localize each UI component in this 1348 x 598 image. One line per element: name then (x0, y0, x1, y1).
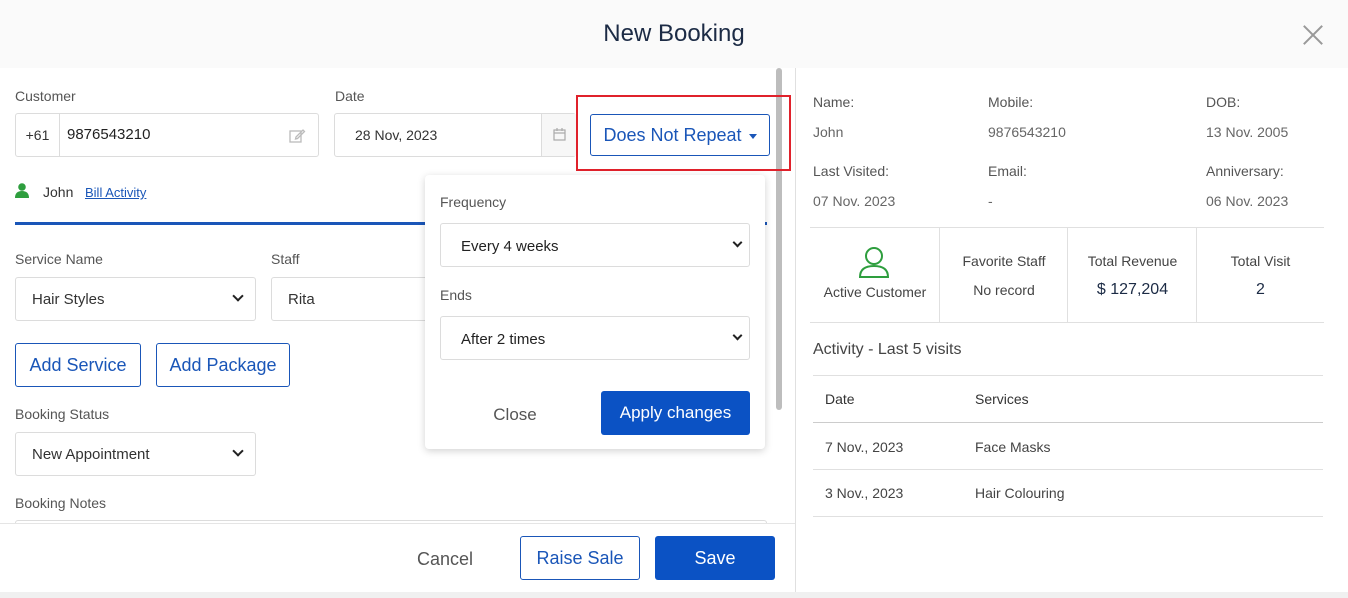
name-value: John (813, 124, 844, 140)
row-divider (813, 469, 1323, 470)
apply-changes-button[interactable]: Apply changes (601, 391, 750, 435)
activity-title: Activity - Last 5 visits (813, 341, 962, 358)
stats-bottom-divider (810, 322, 1324, 323)
favorite-staff-value: No record (973, 282, 1035, 298)
row-date: 7 Nov., 2023 (825, 439, 904, 455)
bill-activity-link[interactable]: Bill Activity (85, 185, 146, 200)
favorite-staff-cell: Favorite Staff No record (940, 228, 1068, 322)
user-icon (15, 183, 29, 198)
chevron-down-icon (732, 330, 743, 341)
booking-status-label: Booking Status (15, 406, 110, 422)
modal-title: New Booking (603, 20, 745, 47)
add-service-button[interactable]: Add Service (15, 343, 141, 387)
phone-input[interactable]: 9876543210 (67, 126, 150, 143)
mobile-value: 9876543210 (988, 124, 1066, 140)
cancel-button[interactable]: Cancel (395, 549, 495, 570)
booking-status-select[interactable]: New Appointment (15, 432, 256, 476)
raise-sale-button[interactable]: Raise Sale (520, 536, 640, 580)
user-outline-icon (858, 247, 890, 278)
frequency-select[interactable]: Every 4 weeks (440, 223, 750, 267)
dob-label: DOB: (1206, 94, 1241, 110)
date-label: Date (335, 88, 365, 104)
repeat-popup: Frequency Every 4 weeks Ends After 2 tim… (425, 175, 765, 449)
total-visit-cell: Total Visit 2 (1197, 228, 1324, 322)
calendar-button[interactable] (541, 114, 576, 156)
last-visited-label: Last Visited: (813, 163, 890, 179)
ends-select[interactable]: After 2 times (440, 316, 750, 360)
close-icon[interactable] (1300, 22, 1326, 48)
add-package-button[interactable]: Add Package (156, 343, 290, 387)
service-name-label: Service Name (15, 251, 103, 267)
staff-value: Rita (288, 291, 315, 308)
chevron-down-icon (732, 237, 743, 248)
email-label: Email: (988, 163, 1027, 179)
save-button[interactable]: Save (655, 536, 775, 580)
modal-header: New Booking (0, 0, 1348, 68)
ends-label: Ends (440, 287, 472, 303)
total-visit-label: Total Visit (1230, 253, 1291, 269)
row-service: Hair Colouring (975, 485, 1065, 501)
row-date: 3 Nov., 2023 (825, 485, 904, 501)
mobile-label: Mobile: (988, 94, 1034, 110)
email-value: - (988, 193, 993, 209)
activity-col-services: Services (975, 391, 1029, 407)
footer-divider (0, 523, 795, 524)
booking-status-value: New Appointment (32, 446, 150, 463)
edit-icon[interactable] (288, 127, 306, 145)
service-select[interactable]: Hair Styles (15, 277, 256, 321)
anniversary-label: Anniversary: (1206, 163, 1284, 179)
new-booking-modal: New Booking Customer +61 9876543210 Date… (0, 0, 1348, 592)
total-revenue-label: Total Revenue (1087, 253, 1178, 269)
total-revenue-cell: Total Revenue $ 127,204 (1068, 228, 1197, 322)
customer-name: John (43, 184, 74, 200)
activity-top-divider (813, 375, 1323, 376)
frequency-label: Frequency (440, 194, 507, 210)
total-visit-value: 2 (1256, 281, 1265, 298)
chevron-down-icon (232, 290, 244, 302)
date-field[interactable]: 28 Nov, 2023 (334, 113, 576, 157)
bottom-bar (0, 592, 1348, 598)
anniversary-value: 06 Nov. 2023 (1206, 193, 1289, 209)
activity-header-divider (813, 422, 1323, 423)
phone-field[interactable]: +61 9876543210 (15, 113, 319, 157)
calendar-icon (553, 128, 566, 141)
staff-label: Staff (271, 251, 300, 267)
activity-col-date: Date (825, 391, 855, 407)
booking-notes-label: Booking Notes (15, 495, 107, 511)
favorite-staff-label: Favorite Staff (962, 253, 1046, 269)
row-service: Face Masks (975, 439, 1051, 455)
frequency-value: Every 4 weeks (461, 238, 559, 255)
ends-value: After 2 times (461, 331, 546, 348)
dob-value: 13 Nov. 2005 (1206, 124, 1289, 140)
last-visited-value: 07 Nov. 2023 (813, 193, 896, 209)
service-value: Hair Styles (32, 291, 105, 308)
country-code[interactable]: +61 (16, 114, 60, 156)
date-value: 28 Nov, 2023 (355, 127, 438, 143)
highlight-box (576, 95, 791, 171)
panel-divider (795, 68, 796, 592)
customer-label: Customer (15, 88, 76, 104)
active-customer-cell: Active Customer (810, 228, 940, 322)
total-revenue-value: $ 127,204 (1096, 281, 1169, 298)
row-divider (813, 516, 1323, 517)
name-label: Name: (813, 94, 855, 110)
chevron-down-icon (232, 445, 244, 457)
popup-close-button[interactable]: Close (465, 405, 565, 425)
active-customer-label: Active Customer (823, 284, 927, 300)
